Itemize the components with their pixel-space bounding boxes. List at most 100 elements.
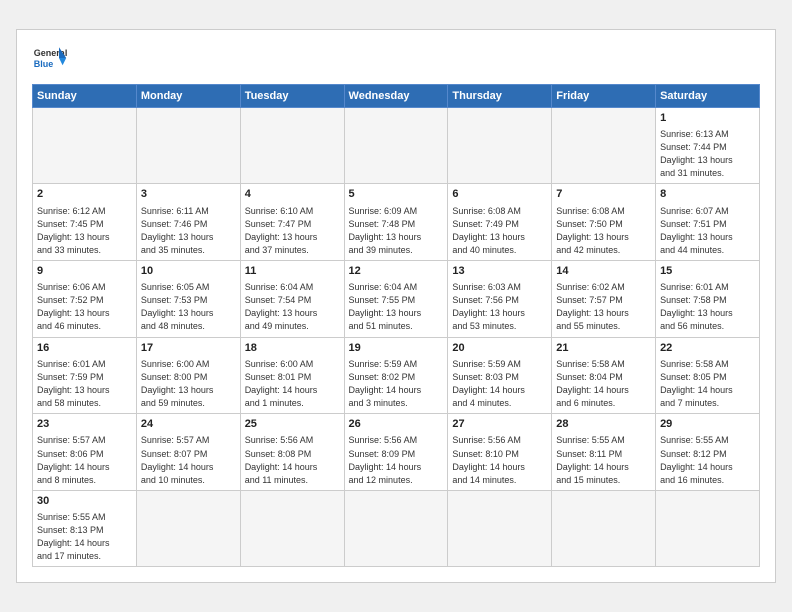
- day-info: Sunrise: 5:56 AM Sunset: 8:10 PM Dayligh…: [452, 434, 547, 486]
- calendar-day-cell: [136, 490, 240, 567]
- calendar-table: SundayMondayTuesdayWednesdayThursdayFrid…: [32, 84, 760, 567]
- calendar-day-cell: 8 Sunrise: 6:07 AM Sunset: 7:51 PM Daylig…: [656, 184, 760, 261]
- day-number: 23: [37, 417, 132, 432]
- calendar-day-cell: 26Sunrise: 5:56 AM Sunset: 8:09 PM Dayli…: [344, 414, 448, 491]
- day-info: Sunrise: 6:08 AM Sunset: 7:50 PM Dayligh…: [556, 205, 651, 257]
- day-info: Sunrise: 5:56 AM Sunset: 8:08 PM Dayligh…: [245, 434, 340, 486]
- calendar-day-cell: 7Sunrise: 6:08 AM Sunset: 7:50 PM Daylig…: [552, 184, 656, 261]
- day-info: Sunrise: 5:57 AM Sunset: 8:06 PM Dayligh…: [37, 434, 132, 486]
- calendar-day-cell: [552, 107, 656, 184]
- day-info: Sunrise: 6:06 AM Sunset: 7:52 PM Dayligh…: [37, 281, 132, 333]
- day-number: 9: [37, 264, 132, 279]
- calendar-week-row: 30 Sunrise: 5:55 AM Sunset: 8:13 PM Dayli…: [33, 490, 760, 567]
- day-info: Sunrise: 6:03 AM Sunset: 7:56 PM Dayligh…: [452, 281, 547, 333]
- calendar-day-cell: 23 Sunrise: 5:57 AM Sunset: 8:06 PM Dayli…: [33, 414, 137, 491]
- day-number: 10: [141, 264, 236, 279]
- day-info: Sunrise: 6:12 AM Sunset: 7:45 PM Dayligh…: [37, 205, 132, 257]
- logo: General Blue: [32, 40, 68, 76]
- weekday-header-wednesday: Wednesday: [344, 84, 448, 107]
- calendar-day-cell: 3 Sunrise: 6:11 AM Sunset: 7:46 PM Daylig…: [136, 184, 240, 261]
- day-info: Sunrise: 6:09 AM Sunset: 7:48 PM Dayligh…: [349, 205, 444, 257]
- day-number: 17: [141, 341, 236, 356]
- day-number: 20: [452, 341, 547, 356]
- calendar-day-cell: 20Sunrise: 5:59 AM Sunset: 8:03 PM Dayli…: [448, 337, 552, 414]
- day-number: 12: [349, 264, 444, 279]
- day-info: Sunrise: 5:55 AM Sunset: 8:12 PM Dayligh…: [660, 434, 755, 486]
- calendar-day-cell: 6Sunrise: 6:08 AM Sunset: 7:49 PM Daylig…: [448, 184, 552, 261]
- day-info: Sunrise: 5:55 AM Sunset: 8:11 PM Dayligh…: [556, 434, 651, 486]
- calendar-day-cell: 11Sunrise: 6:04 AM Sunset: 7:54 PM Dayli…: [240, 260, 344, 337]
- day-info: Sunrise: 5:58 AM Sunset: 8:05 PM Dayligh…: [660, 358, 755, 410]
- day-info: Sunrise: 5:58 AM Sunset: 8:04 PM Dayligh…: [556, 358, 651, 410]
- day-number: 2: [37, 187, 132, 202]
- calendar-day-cell: 1 Sunrise: 6:13 AM Sunset: 7:44 PM Daylig…: [656, 107, 760, 184]
- day-number: 24: [141, 417, 236, 432]
- calendar-day-cell: 16 Sunrise: 6:01 AM Sunset: 7:59 PM Dayli…: [33, 337, 137, 414]
- day-number: 14: [556, 264, 651, 279]
- calendar-day-cell: [656, 490, 760, 567]
- day-number: 8: [660, 187, 755, 202]
- weekday-header-tuesday: Tuesday: [240, 84, 344, 107]
- calendar-day-cell: 12 Sunrise: 6:04 AM Sunset: 7:55 PM Dayli…: [344, 260, 448, 337]
- calendar-week-row: 1 Sunrise: 6:13 AM Sunset: 7:44 PM Daylig…: [33, 107, 760, 184]
- calendar-day-cell: 29 Sunrise: 5:55 AM Sunset: 8:12 PM Dayli…: [656, 414, 760, 491]
- weekday-header-friday: Friday: [552, 84, 656, 107]
- day-number: 26: [349, 417, 444, 432]
- day-info: Sunrise: 5:59 AM Sunset: 8:02 PM Dayligh…: [349, 358, 444, 410]
- day-number: 18: [245, 341, 340, 356]
- day-info: Sunrise: 6:11 AM Sunset: 7:46 PM Dayligh…: [141, 205, 236, 257]
- day-number: 16: [37, 341, 132, 356]
- calendar-day-cell: 10 Sunrise: 6:05 AM Sunset: 7:53 PM Dayli…: [136, 260, 240, 337]
- day-info: Sunrise: 6:10 AM Sunset: 7:47 PM Dayligh…: [245, 205, 340, 257]
- day-number: 27: [452, 417, 547, 432]
- day-info: Sunrise: 6:01 AM Sunset: 7:59 PM Dayligh…: [37, 358, 132, 410]
- day-number: 5: [349, 187, 444, 202]
- day-number: 25: [245, 417, 340, 432]
- day-info: Sunrise: 6:07 AM Sunset: 7:51 PM Dayligh…: [660, 205, 755, 257]
- day-info: Sunrise: 6:13 AM Sunset: 7:44 PM Dayligh…: [660, 128, 755, 180]
- day-number: 21: [556, 341, 651, 356]
- day-number: 13: [452, 264, 547, 279]
- calendar-day-cell: [552, 490, 656, 567]
- day-number: 11: [245, 264, 340, 279]
- calendar-day-cell: 21 Sunrise: 5:58 AM Sunset: 8:04 PM Dayli…: [552, 337, 656, 414]
- calendar-day-cell: 9 Sunrise: 6:06 AM Sunset: 7:52 PM Daylig…: [33, 260, 137, 337]
- calendar-day-cell: 22 Sunrise: 5:58 AM Sunset: 8:05 PM Dayli…: [656, 337, 760, 414]
- calendar-day-cell: 17Sunrise: 6:00 AM Sunset: 8:00 PM Dayli…: [136, 337, 240, 414]
- calendar-day-cell: 14 Sunrise: 6:02 AM Sunset: 7:57 PM Dayli…: [552, 260, 656, 337]
- calendar-day-cell: 24Sunrise: 5:57 AM Sunset: 8:07 PM Dayli…: [136, 414, 240, 491]
- calendar-day-cell: [240, 107, 344, 184]
- day-number: 3: [141, 187, 236, 202]
- day-number: 22: [660, 341, 755, 356]
- weekday-header-thursday: Thursday: [448, 84, 552, 107]
- calendar-day-cell: [448, 490, 552, 567]
- header: General Blue: [32, 40, 760, 76]
- calendar-day-cell: [344, 490, 448, 567]
- calendar-day-cell: 13 Sunrise: 6:03 AM Sunset: 7:56 PM Dayli…: [448, 260, 552, 337]
- day-info: Sunrise: 6:04 AM Sunset: 7:55 PM Dayligh…: [349, 281, 444, 333]
- day-number: 30: [37, 494, 132, 509]
- calendar-day-cell: 2 Sunrise: 6:12 AM Sunset: 7:45 PM Daylig…: [33, 184, 137, 261]
- day-number: 15: [660, 264, 755, 279]
- calendar-week-row: 23 Sunrise: 5:57 AM Sunset: 8:06 PM Dayli…: [33, 414, 760, 491]
- weekday-header-row: SundayMondayTuesdayWednesdayThursdayFrid…: [33, 84, 760, 107]
- day-info: Sunrise: 6:00 AM Sunset: 8:01 PM Dayligh…: [245, 358, 340, 410]
- calendar-day-cell: 19Sunrise: 5:59 AM Sunset: 8:02 PM Dayli…: [344, 337, 448, 414]
- day-number: 28: [556, 417, 651, 432]
- weekday-header-sunday: Sunday: [33, 84, 137, 107]
- calendar-day-cell: 25 Sunrise: 5:56 AM Sunset: 8:08 PM Dayli…: [240, 414, 344, 491]
- day-info: Sunrise: 6:05 AM Sunset: 7:53 PM Dayligh…: [141, 281, 236, 333]
- calendar-day-cell: 30 Sunrise: 5:55 AM Sunset: 8:13 PM Dayli…: [33, 490, 137, 567]
- calendar-day-cell: [136, 107, 240, 184]
- weekday-header-saturday: Saturday: [656, 84, 760, 107]
- day-info: Sunrise: 5:55 AM Sunset: 8:13 PM Dayligh…: [37, 511, 132, 563]
- calendar-day-cell: 18 Sunrise: 6:00 AM Sunset: 8:01 PM Dayli…: [240, 337, 344, 414]
- day-number: 29: [660, 417, 755, 432]
- calendar-day-cell: [240, 490, 344, 567]
- day-number: 4: [245, 187, 340, 202]
- day-info: Sunrise: 6:02 AM Sunset: 7:57 PM Dayligh…: [556, 281, 651, 333]
- calendar-week-row: 16 Sunrise: 6:01 AM Sunset: 7:59 PM Dayli…: [33, 337, 760, 414]
- calendar-week-row: 9 Sunrise: 6:06 AM Sunset: 7:52 PM Daylig…: [33, 260, 760, 337]
- calendar-day-cell: [344, 107, 448, 184]
- day-number: 1: [660, 111, 755, 126]
